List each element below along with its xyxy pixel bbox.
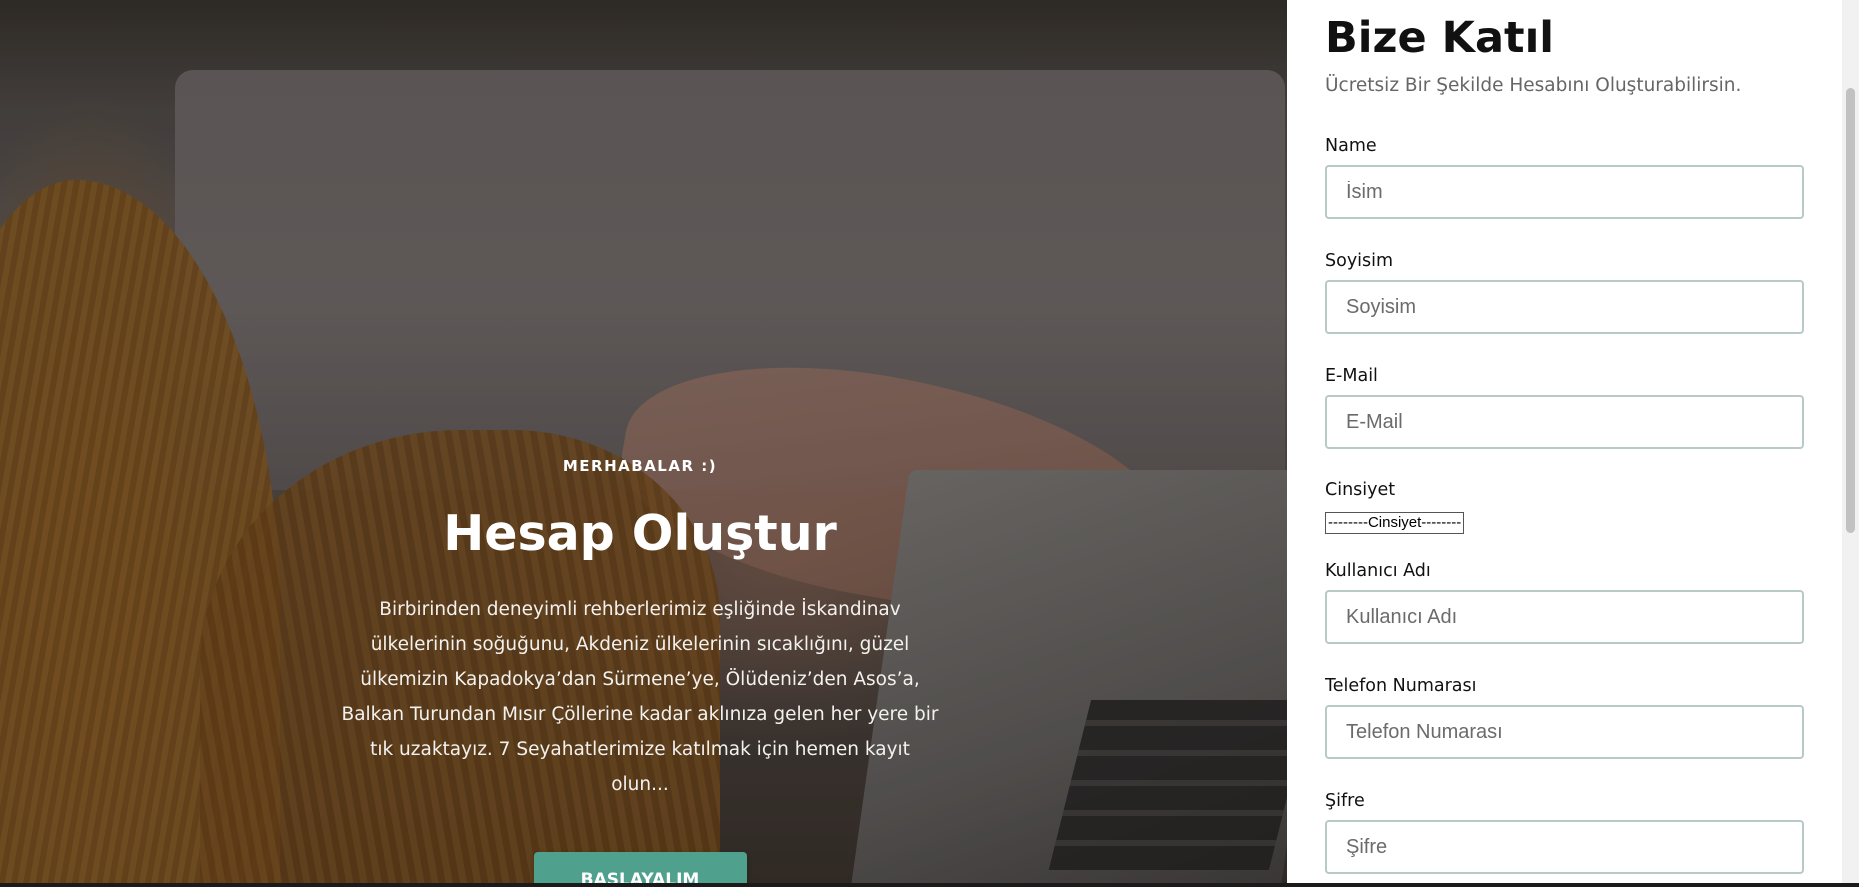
name-field-group: Name — [1325, 135, 1805, 219]
signup-form: Bize Katıl Ücretsiz Bir Şekilde Hesabını… — [1325, 0, 1805, 874]
name-input[interactable] — [1325, 165, 1804, 219]
password-field-group: Şifre — [1325, 790, 1805, 874]
surname-label: Soyisim — [1325, 251, 1394, 271]
surname-field-group: Soyisim — [1325, 250, 1805, 334]
gender-select[interactable]: --------Cinsiyet-------- — [1325, 512, 1465, 534]
surname-input[interactable] — [1325, 280, 1804, 334]
hero-content: MERHABALAR :) Hesap Oluştur Birbirinden … — [320, 452, 960, 883]
gender-field-group: Cinsiyet --------Cinsiyet-------- — [1325, 479, 1805, 534]
hero-title: Hesap Oluştur — [443, 505, 837, 562]
password-label: Şifre — [1325, 791, 1365, 811]
form-title: Bize Katıl — [1325, 13, 1555, 63]
page-scrollbar[interactable] — [1842, 0, 1859, 883]
email-input[interactable] — [1325, 395, 1804, 449]
phone-field-group: Telefon Numarası — [1325, 675, 1805, 759]
email-field-group: E-Mail — [1325, 365, 1805, 449]
password-input[interactable] — [1325, 820, 1804, 874]
gender-label: Cinsiyet — [1325, 480, 1396, 500]
username-field-group: Kullanıcı Adı — [1325, 560, 1805, 644]
form-subtitle: Ücretsiz Bir Şekilde Hesabını Oluşturabi… — [1325, 75, 1742, 96]
email-label: E-Mail — [1325, 366, 1378, 386]
signup-form-panel: Bize Katıl Ücretsiz Bir Şekilde Hesabını… — [1287, 0, 1842, 883]
window-bottom-edge — [0, 883, 1859, 887]
username-label: Kullanıcı Adı — [1325, 561, 1431, 581]
phone-label: Telefon Numarası — [1325, 676, 1477, 696]
name-label: Name — [1325, 136, 1377, 156]
hero-description: Birbirinden deneyimli rehberlerimiz eşli… — [341, 599, 939, 795]
signup-page: MERHABALAR :) Hesap Oluştur Birbirinden … — [0, 0, 1859, 887]
scrollbar-thumb[interactable] — [1846, 88, 1855, 533]
hero-section: MERHABALAR :) Hesap Oluştur Birbirinden … — [0, 0, 1287, 883]
hero-eyebrow: MERHABALAR :) — [562, 457, 718, 475]
start-button[interactable]: BAŞLAYALIM — [533, 852, 747, 883]
phone-input[interactable] — [1325, 705, 1804, 759]
username-input[interactable] — [1325, 590, 1804, 644]
